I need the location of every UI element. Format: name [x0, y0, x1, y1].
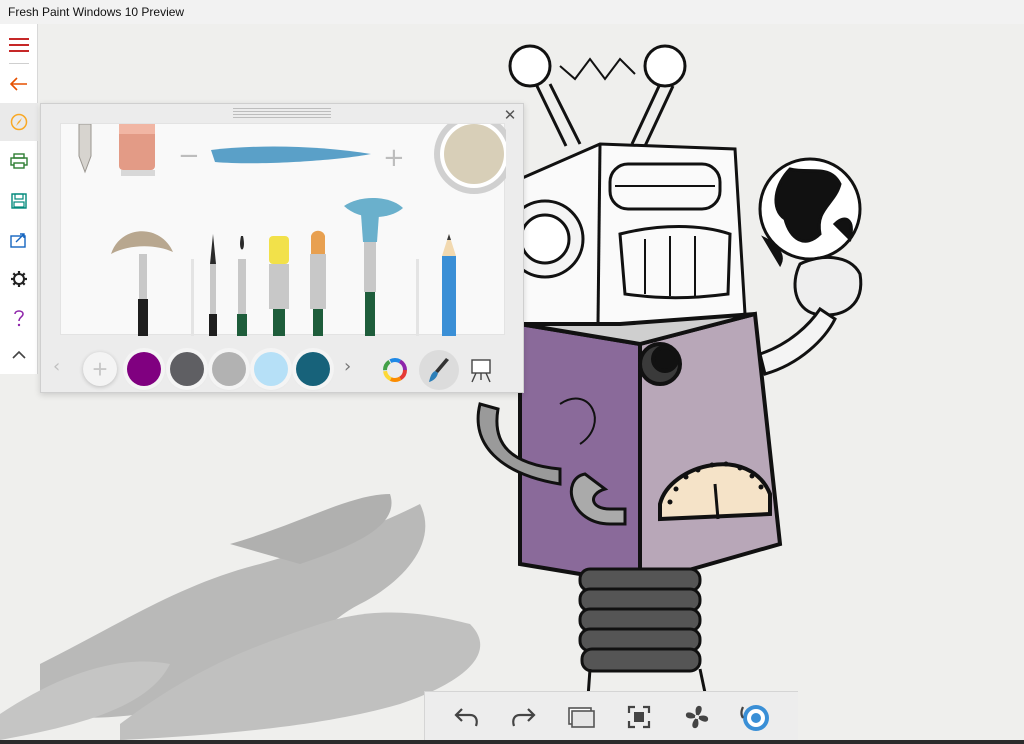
brush-shadow [191, 259, 194, 336]
brush-tool-panel: ✕ − + ‹ + › [40, 103, 524, 393]
printer-icon [10, 153, 28, 169]
canvas-mode-button[interactable] [461, 350, 501, 390]
easel-icon [471, 359, 491, 383]
brush-mode-button[interactable] [419, 350, 459, 390]
color-well[interactable] [434, 114, 514, 194]
palette-knife-tool[interactable] [78, 123, 92, 174]
bottom-toolbar [424, 691, 798, 740]
flat-brush[interactable] [269, 236, 289, 336]
palette-color-swatch[interactable] [296, 352, 330, 386]
back-button[interactable] [0, 65, 38, 103]
redo-button[interactable] [505, 700, 541, 734]
app-sidebar [0, 24, 38, 374]
tool-illustrations: − + [78, 114, 514, 336]
gear-icon [11, 271, 27, 287]
compass-icon [10, 113, 28, 131]
orientation-icon [740, 705, 769, 731]
stroke-preview [211, 146, 371, 164]
size-plus-button[interactable]: + [383, 143, 405, 173]
liner-brush[interactable] [237, 236, 247, 336]
undo-icon [454, 708, 478, 727]
print-button[interactable] [0, 142, 38, 180]
brush-selection-area: − + [60, 114, 514, 336]
canvas-icon [568, 707, 595, 728]
menu-button[interactable] [0, 26, 38, 64]
palette-color-swatch[interactable] [212, 352, 246, 386]
settings-button[interactable] [0, 260, 38, 298]
palette-color-swatch[interactable] [170, 352, 204, 386]
fit-screen-icon [627, 705, 651, 729]
fan-dry-icon [685, 705, 709, 729]
robot-body [518, 311, 783, 587]
undo-button[interactable] [449, 700, 485, 734]
palette-prev-arrow[interactable]: ‹ [53, 356, 60, 377]
palette-next-arrow[interactable]: › [344, 356, 351, 377]
panel-drag-handle[interactable] [233, 106, 331, 120]
fit-to-screen-button[interactable] [621, 700, 657, 734]
palette-color-swatch[interactable] [254, 352, 288, 386]
color-wheel-button[interactable] [375, 350, 415, 390]
globe [758, 157, 863, 317]
hamburger-menu-icon [9, 38, 29, 52]
palette-color-swatch[interactable] [127, 352, 161, 386]
color-wheel-icon [383, 358, 407, 382]
divider [9, 63, 29, 64]
tools-button[interactable] [0, 103, 38, 141]
share-button[interactable] [0, 221, 38, 259]
window-title: Fresh Paint Windows 10 Preview [8, 5, 185, 19]
close-panel-button[interactable]: ✕ [502, 107, 518, 123]
taskbar-edge [0, 740, 1024, 744]
help-button[interactable] [0, 299, 38, 337]
redo-icon [512, 708, 536, 727]
size-minus-button[interactable]: − [178, 141, 200, 171]
share-icon [10, 233, 26, 248]
brush-shadow [416, 259, 419, 336]
save-button[interactable] [0, 182, 38, 220]
dry-fan-button[interactable] [679, 700, 715, 734]
filbert-brush[interactable] [310, 230, 326, 336]
orientation-button[interactable] [737, 700, 773, 734]
chevron-up-icon [12, 350, 26, 359]
paintbrush-icon [429, 358, 449, 382]
back-arrow-icon [10, 77, 27, 91]
thin-brush[interactable] [209, 234, 217, 336]
robot-arm-right [758, 306, 837, 376]
gray-paint-smudge [0, 494, 481, 740]
pencil[interactable] [442, 234, 456, 336]
robot-head [505, 142, 747, 346]
title-bar: Fresh Paint Windows 10 Preview [0, 0, 1024, 24]
add-color-button[interactable]: + [83, 352, 117, 386]
canvas-button[interactable] [563, 700, 599, 734]
color-palette: ‹ + › [41, 344, 525, 394]
fan-brush[interactable] [111, 231, 173, 336]
robot-antennas [508, 44, 687, 147]
question-icon [14, 310, 24, 327]
save-icon [11, 193, 27, 209]
eraser-tool[interactable] [119, 124, 155, 176]
blender-brush[interactable] [344, 197, 403, 336]
collapse-button[interactable] [0, 335, 38, 373]
